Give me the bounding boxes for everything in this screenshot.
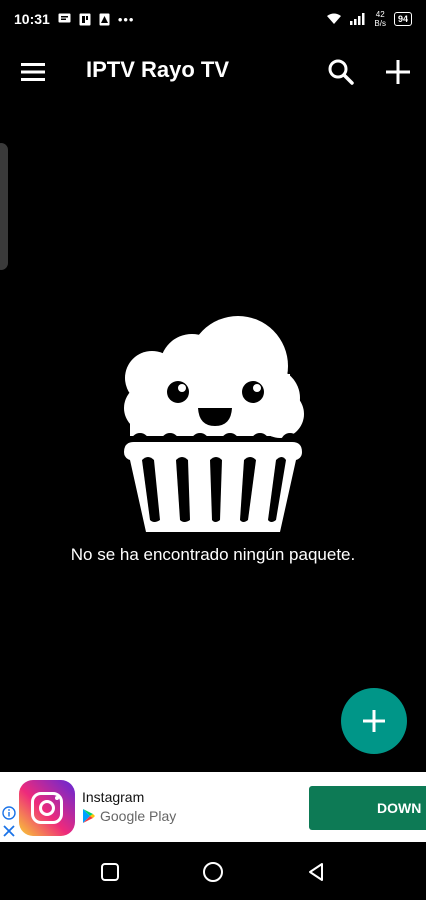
instagram-logo-lens [39,800,55,816]
plus-icon [363,710,385,732]
search-button[interactable] [327,58,355,86]
ad-banner[interactable]: Instagram Google Play DOWN [0,772,426,842]
fab-add-button[interactable] [341,688,407,754]
ad-download-button[interactable]: DOWN [309,786,426,830]
status-bar: 10:31 ••• 42 B/s 94 [0,0,426,38]
message-icon [58,13,71,25]
portrait-icon [79,13,91,26]
ad-app-name: Instagram [82,789,145,805]
menu-button[interactable] [20,59,46,85]
back-icon[interactable] [305,861,327,883]
google-play-icon [83,809,95,823]
info-icon[interactable] [2,806,16,820]
signal-icon [350,13,366,25]
photo-icon [99,13,110,26]
status-left: 10:31 ••• [14,11,134,27]
net-speed: 42 B/s [374,10,386,28]
cupcake-icon [120,314,306,536]
home-icon[interactable] [202,861,224,883]
search-icon [328,59,354,85]
recents-icon[interactable] [100,862,120,882]
battery-icon: 94 [393,12,412,26]
close-icon[interactable] [2,824,16,838]
instagram-logo[interactable] [19,780,75,836]
app-title: IPTV Rayo TV [86,57,230,82]
side-drawer-handle[interactable] [0,143,8,270]
plus-icon [386,60,410,84]
net-speed-unit: B/s [374,19,386,28]
instagram-logo-dot [55,796,59,800]
wifi-icon [326,13,342,25]
ad-store-label: Google Play [100,808,177,824]
status-more-dots: ••• [117,11,135,27]
app-bar: IPTV Rayo TV [0,38,426,106]
ad-store: Google Play [82,808,176,824]
status-time: 10:31 [14,11,50,27]
navigation-bar [0,842,426,900]
net-speed-value: 42 [375,10,385,19]
empty-state-message: No se ha encontrado ningún paquete. [70,545,356,564]
status-right: 42 B/s 94 [326,10,412,28]
menu-icon [21,63,45,81]
add-package-button[interactable] [384,58,412,86]
